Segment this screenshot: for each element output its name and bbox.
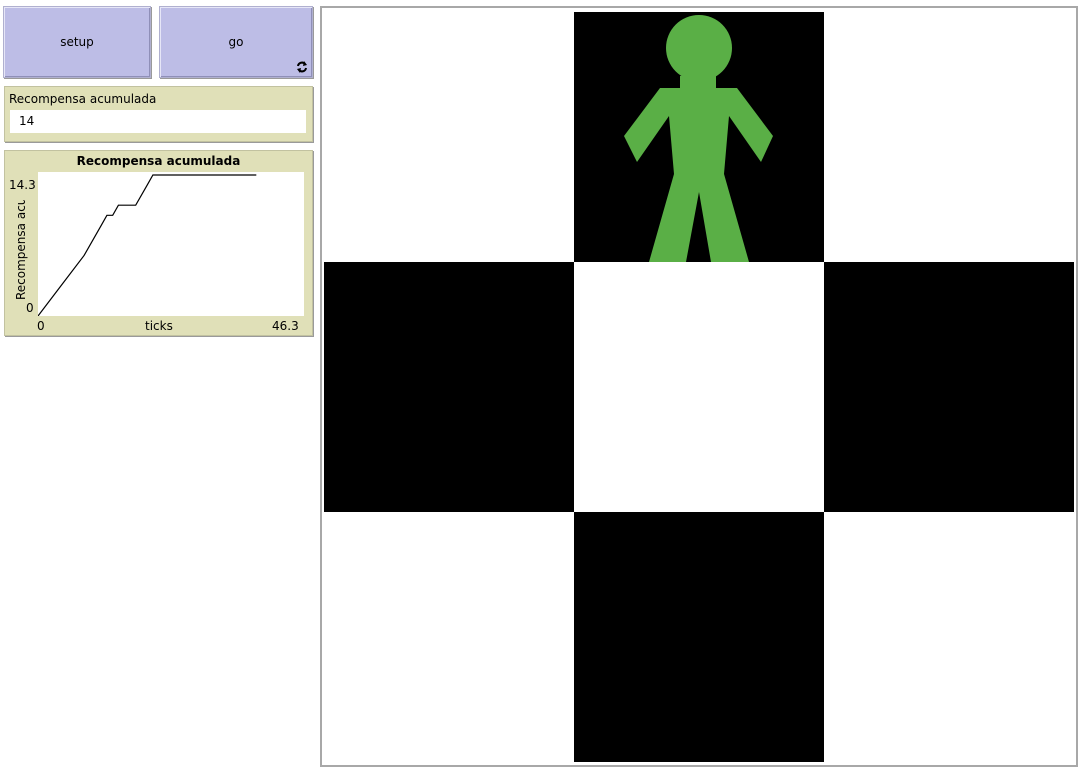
patch-r1-c0 (324, 262, 574, 512)
patch-r0-c2 (824, 12, 1074, 262)
plot-series-line-0 (38, 174, 257, 316)
x-max-tick: 46.3 (272, 319, 299, 333)
go-button-label: go (228, 35, 244, 49)
patch-r2-c1 (574, 512, 824, 762)
patch-r2-c0 (324, 512, 574, 762)
monitor-value: 14 (10, 110, 306, 133)
patch-r1-c1 (574, 262, 824, 512)
world-grid (324, 12, 1074, 762)
plot-canvas (38, 174, 257, 316)
patch-r0-c0 (324, 12, 574, 262)
y-min-tick: 0 (26, 301, 34, 315)
x-min-tick: 0 (37, 319, 45, 333)
reward-monitor: Recompensa acumulada 14 (4, 86, 313, 142)
go-button[interactable]: go (159, 6, 313, 78)
reward-plot: Recompensa acumulada 14.3 0 Recompensa a… (4, 150, 313, 336)
x-axis-label: ticks (145, 319, 173, 333)
patch-r1-c2 (824, 262, 1074, 512)
y-max-tick: 14.3 (9, 178, 36, 192)
plot-title: Recompensa acumulada (76, 154, 241, 168)
setup-button-label: setup (60, 35, 94, 49)
y-axis-label: Recompensa acumulada (14, 200, 28, 300)
person-icon (624, 15, 773, 262)
patch-r2-c2 (824, 512, 1074, 762)
plot-area (38, 172, 304, 316)
forever-loop-icon (297, 61, 307, 73)
monitor-label: Recompensa acumulada (9, 92, 157, 106)
setup-button[interactable]: setup (3, 6, 151, 78)
world-view[interactable] (320, 6, 1078, 767)
